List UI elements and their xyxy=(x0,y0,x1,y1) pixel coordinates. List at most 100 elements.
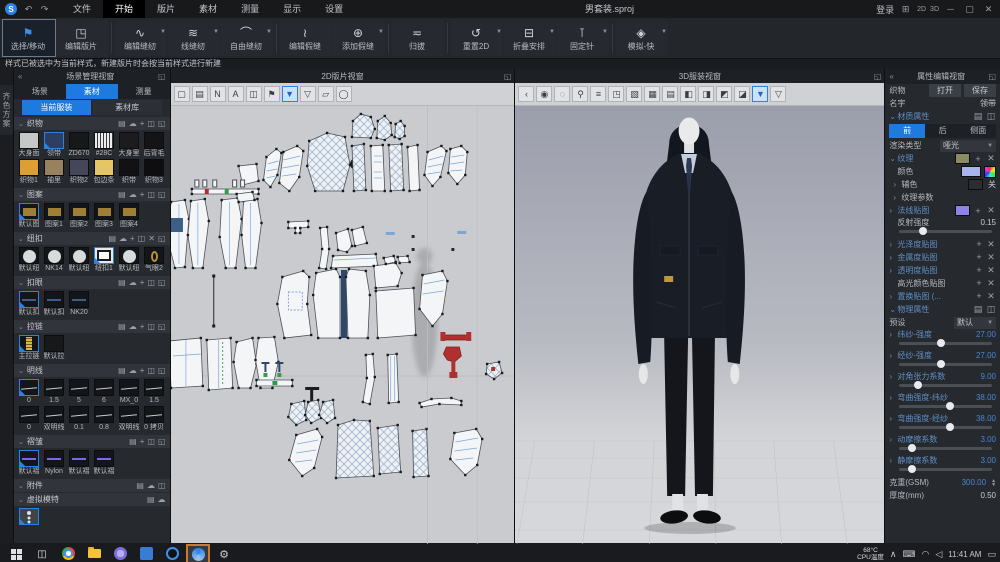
material-item[interactable]: 1.5 xyxy=(42,379,66,405)
cloud-icon[interactable]: ☁ xyxy=(119,234,127,243)
material-item[interactable]: 织物3 xyxy=(142,159,166,185)
collapse-section-icon[interactable]: ⌄ xyxy=(889,305,894,314)
normal-map-swatch[interactable] xyxy=(955,205,970,216)
material-item[interactable]: 默认褶 xyxy=(67,450,91,476)
close-button[interactable]: ✕ xyxy=(981,0,996,18)
menu-item-6[interactable]: 设置 xyxy=(313,0,355,18)
cloud-icon[interactable]: ☁ xyxy=(129,190,137,199)
slider-handle[interactable] xyxy=(937,339,945,347)
copy-icon[interactable]: ◫ xyxy=(147,119,155,128)
material-thumb[interactable] xyxy=(19,247,39,264)
folder-icon[interactable]: ▤ xyxy=(973,111,983,122)
pattern-piece[interactable] xyxy=(388,144,403,191)
plus-icon[interactable]: + xyxy=(140,366,145,375)
expand-icon[interactable]: › xyxy=(889,266,894,275)
ribbon-button-5[interactable]: ≀编辑假缝 xyxy=(280,20,332,56)
face-tab-2[interactable]: 侧面 xyxy=(960,124,996,138)
section-header-1[interactable]: ⌄图案▤☁+◫◱ xyxy=(14,188,170,201)
slider-track[interactable] xyxy=(899,342,992,345)
pattern-piece[interactable] xyxy=(206,338,232,390)
material-item[interactable]: 双明线 xyxy=(42,406,66,432)
volume-muted-icon[interactable]: ◁ xyxy=(935,549,942,560)
material-item[interactable]: 0.1 xyxy=(67,406,91,432)
pattern-piece[interactable] xyxy=(351,227,366,246)
stepper-icon[interactable]: ▲▼ xyxy=(991,479,996,487)
material-thumb[interactable] xyxy=(44,406,64,423)
taskbar-app-1[interactable] xyxy=(108,544,132,562)
subtab-1[interactable]: 素材库 xyxy=(93,100,162,115)
material-thumb[interactable] xyxy=(144,406,164,423)
chevron-down-icon[interactable]: ▼ xyxy=(266,29,272,35)
cloth-tool-1-icon[interactable]: ◧ xyxy=(680,86,696,102)
cloud-icon[interactable]: ☁ xyxy=(158,495,166,504)
notch-tool-icon[interactable]: N xyxy=(210,86,226,102)
mesh-display-icon[interactable]: ▦ xyxy=(644,86,660,102)
plus-icon[interactable]: + xyxy=(140,278,145,287)
material-thumb[interactable] xyxy=(69,291,89,308)
material-thumb[interactable] xyxy=(69,159,89,176)
menu-item-1[interactable]: 开始 xyxy=(103,0,145,18)
color-swatch[interactable] xyxy=(961,166,981,177)
copy-icon[interactable]: ◫ xyxy=(147,366,155,375)
ribbon-button-4[interactable]: ⌒自由缝纫▼ xyxy=(221,20,273,56)
pattern-piece[interactable] xyxy=(412,429,428,477)
chevron-down-icon[interactable]: ▼ xyxy=(378,29,384,35)
plus-icon[interactable]: + xyxy=(140,190,145,199)
material-item[interactable]: 织带 xyxy=(117,159,141,185)
pattern-piece[interactable] xyxy=(407,145,419,191)
chevron-down-icon[interactable]: ▼ xyxy=(160,29,166,35)
folder-icon[interactable]: ▤ xyxy=(147,495,155,504)
slider-track[interactable] xyxy=(899,363,992,366)
pattern-piece[interactable] xyxy=(336,229,352,252)
thickness-value[interactable]: 0.50 xyxy=(980,491,996,500)
material-thumb[interactable] xyxy=(69,450,89,467)
cloud-icon[interactable]: ☁ xyxy=(129,119,137,128)
copy-icon[interactable]: ◫ xyxy=(147,278,155,287)
plus-icon[interactable]: + xyxy=(140,119,145,128)
wind-box-icon[interactable]: ◳ xyxy=(608,86,624,102)
material-item[interactable]: 默认纽 xyxy=(117,247,141,273)
float-panel-icon[interactable]: ◱ xyxy=(874,72,882,81)
material-thumb[interactable] xyxy=(69,379,89,396)
avatar-display-icon[interactable]: ◉ xyxy=(536,86,552,102)
ribbon-button-8[interactable]: ↺重置2D▼ xyxy=(451,20,503,56)
material-item[interactable]: 大身面 xyxy=(17,132,41,158)
cloud-icon[interactable]: ☁ xyxy=(147,481,155,490)
save-physics-icon[interactable]: ◫ xyxy=(986,304,996,315)
slider-handle[interactable] xyxy=(946,402,954,410)
folder-icon[interactable]: ▤ xyxy=(973,304,983,315)
save-button[interactable]: 保存 xyxy=(964,84,996,97)
chevron-down-icon[interactable]: ▼ xyxy=(661,29,667,35)
pattern-piece[interactable] xyxy=(351,144,365,191)
ribbon-button-7[interactable]: ≂归拔 xyxy=(392,20,444,56)
slider-value[interactable]: 27.00 xyxy=(976,330,996,339)
subtab-0[interactable]: 当前服装 xyxy=(22,100,91,115)
material-thumb[interactable] xyxy=(69,406,89,423)
material-item[interactable]: 大身里 xyxy=(117,132,141,158)
slider-value[interactable]: 27.00 xyxy=(976,351,996,360)
notification-icon[interactable]: ▭ xyxy=(987,549,996,560)
taskbar-app-2[interactable] xyxy=(134,544,158,562)
material-item[interactable]: 默认褶 xyxy=(92,450,116,476)
pattern-piece[interactable] xyxy=(313,269,340,338)
undo-icon[interactable]: ↶ xyxy=(21,0,36,18)
collapse-section-icon[interactable]: ⌄ xyxy=(889,112,894,121)
section-header-5[interactable]: ⌄明线▤☁+◫◱ xyxy=(14,364,170,377)
plus-icon[interactable]: + xyxy=(974,239,984,250)
trash-icon[interactable]: ✕ xyxy=(986,278,996,289)
material-thumb[interactable] xyxy=(144,247,164,264)
secondary-color-state[interactable]: 关 xyxy=(988,179,996,190)
expand-icon[interactable]: › xyxy=(889,253,894,262)
material-item[interactable]: 默认纽 xyxy=(17,247,41,273)
plus-icon[interactable]: + xyxy=(140,322,145,331)
lasso-tool-icon[interactable]: ◯ xyxy=(336,86,352,102)
material-item[interactable]: 默认拉 xyxy=(42,335,66,361)
material-item[interactable]: 0 xyxy=(17,379,41,405)
pattern-piece[interactable] xyxy=(419,398,461,407)
material-item[interactable]: 默认褶 xyxy=(17,450,41,476)
material-thumb[interactable] xyxy=(119,406,139,423)
pattern-piece[interactable] xyxy=(443,347,461,362)
face-tab-0[interactable]: 前 xyxy=(889,124,925,138)
material-item[interactable]: 默认纽 xyxy=(67,247,91,273)
chevron-down-icon[interactable]: ▼ xyxy=(602,29,608,35)
